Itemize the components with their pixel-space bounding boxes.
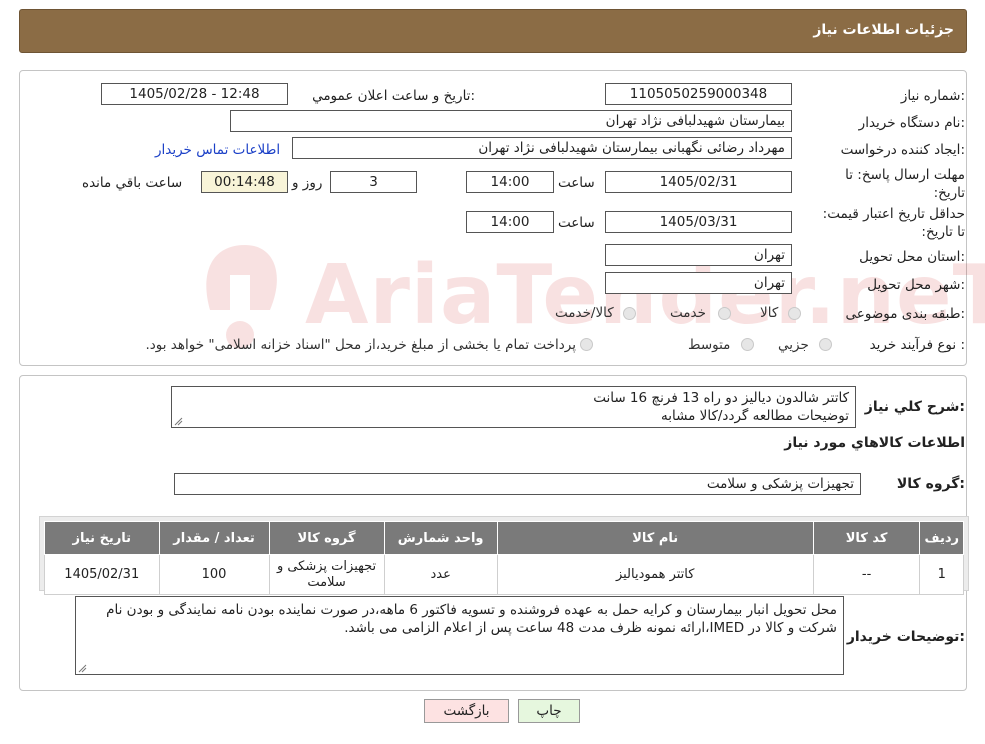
summary-line-1: کاتتر شالدون دیالیز دو راه 13 فرنچ 16 سا… [593, 390, 849, 406]
days-label: روز و [292, 175, 323, 191]
validity-date-field: 1405/03/31 [605, 211, 792, 233]
cell-qty: 100 [158, 554, 270, 595]
cell-unit: عدد [383, 554, 498, 595]
col-qty: تعداد / مقدار [158, 521, 270, 555]
category-label: طبقه بندی موضوعی: [845, 306, 965, 322]
summary-label: شرح کلي نياز: [864, 399, 965, 415]
process-radio-medium[interactable] [741, 338, 754, 351]
col-name: نام کالا [496, 521, 814, 555]
summary-textarea[interactable]: کاتتر شالدون دیالیز دو راه 13 فرنچ 16 سا… [171, 386, 856, 428]
validity-label: حداقل تاریخ اعتبار قیمت: تا تاریخ: [822, 206, 965, 240]
cell-row-index: 1 [919, 554, 964, 595]
cell-name: کاتتر همودیالیز [496, 554, 814, 595]
col-group: گروه کالا [268, 521, 385, 555]
need-number-field: 1105050259000348 [605, 83, 792, 105]
items-table: ردیف کد کالا نام کالا واحد شمارش گروه کا… [44, 521, 964, 595]
buyer-notes-label: توضیحات خریدار: [846, 629, 965, 645]
table-header-row: ردیف کد کالا نام کالا واحد شمارش گروه کا… [44, 521, 964, 555]
validity-time-field: 14:00 [466, 211, 554, 233]
buyer-notes-textarea[interactable]: محل تحویل انبار بیمارستان و کرایه حمل به… [75, 596, 844, 675]
table-row: 1 -- کاتتر همودیالیز عدد تجهیزات پزشکی و… [44, 554, 964, 595]
buyer-field: بیمارستان شهیدلبافی نژاد تهران [230, 110, 792, 132]
creator-label: ایجاد کننده درخواست: [840, 142, 965, 158]
summary-line-2: توضیحات مطالعه گردد/کالا مشابه [660, 408, 849, 424]
process-label: نوع فرآیند خرید : [869, 337, 965, 353]
col-row-index: ردیف [919, 521, 964, 555]
announce-label: تاریخ و ساعت اعلان عمومي: [312, 88, 475, 104]
goods-group-field: تجهیزات پزشکی و سلامت [174, 473, 861, 495]
need-number-label: شماره نیاز: [900, 88, 965, 104]
remaining-time-field: 00:14:48 [201, 171, 288, 193]
print-button[interactable]: چاپ [518, 699, 580, 723]
col-unit: واحد شمارش [383, 521, 498, 555]
items-table-wrap: ردیف کد کالا نام کالا واحد شمارش گروه کا… [39, 516, 969, 595]
category-radio-service[interactable] [718, 307, 731, 320]
category-option-goods: کالا [760, 305, 779, 321]
buyer-label: نام دستگاه خریدار: [858, 115, 965, 131]
process-radio-minor[interactable] [819, 338, 832, 351]
deadline-time-label: ساعت [558, 175, 595, 191]
goods-section-title: اطلاعات کالاهاي مورد نياز [784, 435, 965, 451]
process-option-minor: جزیي [778, 337, 809, 353]
col-date: تاریخ نیاز [44, 521, 160, 555]
city-field: تهران [605, 272, 792, 294]
province-label: استان محل تحویل: [859, 249, 965, 265]
category-radio-goods[interactable] [788, 307, 801, 320]
city-label: شهر محل تحویل: [867, 277, 965, 293]
contact-buyer-link[interactable]: اطلاعات تماس خریدار [155, 142, 280, 158]
deadline-date-field: 1405/02/31 [605, 171, 792, 193]
category-radio-goods-service[interactable] [623, 307, 636, 320]
page-header: جزئیات اطلاعات نیاز [19, 9, 967, 53]
process-treasury-note: پرداخت تمام یا بخشی از مبلغ خرید،از محل … [145, 337, 576, 353]
resize-handle-icon[interactable] [78, 664, 87, 673]
process-option-medium: متوسط [688, 337, 731, 353]
deadline-label: مهلت ارسال پاسخ: تا تاریخ: [845, 167, 965, 201]
back-button[interactable]: بازگشت [424, 699, 509, 723]
announce-field: 1405/02/28 - 12:48 [101, 83, 288, 105]
days-field: 3 [330, 171, 417, 193]
cell-code: -- [812, 554, 921, 595]
validity-time-label: ساعت [558, 215, 595, 231]
creator-field: مهرداد رضائی نگهبانی بیمارستان شهیدلبافی… [292, 137, 792, 159]
province-field: تهران [605, 244, 792, 266]
page-title: جزئیات اطلاعات نیاز [813, 22, 954, 38]
cell-date: 1405/02/31 [44, 554, 160, 595]
category-option-goods-service: کالا/خدمت [555, 305, 614, 321]
process-radio-treasury[interactable] [580, 338, 593, 351]
col-code: کد کالا [812, 521, 921, 555]
buyer-notes-text: محل تحویل انبار بیمارستان و کرایه حمل به… [106, 602, 837, 636]
goods-group-label: گروه کالا: [896, 476, 965, 492]
resize-handle-icon[interactable] [174, 417, 183, 426]
cell-group: تجهیزات پزشکی و سلامت [268, 554, 385, 595]
deadline-time-field: 14:00 [466, 171, 554, 193]
remaining-label: ساعت باقي مانده [82, 175, 183, 191]
category-option-service: خدمت [670, 305, 706, 321]
